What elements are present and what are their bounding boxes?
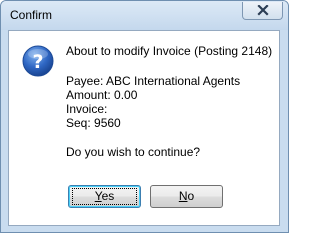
- message-amount: Amount: 0.00: [66, 88, 138, 102]
- close-button[interactable]: [242, 2, 283, 20]
- message-payee: Payee: ABC International Agents: [66, 74, 241, 88]
- no-button[interactable]: No: [150, 185, 223, 208]
- svg-text:?: ?: [32, 51, 43, 73]
- no-label-rest: o: [187, 189, 195, 203]
- confirm-dialog: Confirm ? About to modify Invoice (Posti…: [0, 0, 289, 233]
- message-invoice: Invoice:: [66, 102, 108, 116]
- title-bar[interactable]: Confirm: [1, 1, 288, 30]
- window-title: Confirm: [10, 8, 53, 22]
- message-seq: Seq: 9560: [66, 116, 121, 130]
- dialog-body: ? About to modify Invoice (Posting 2148)…: [8, 30, 280, 226]
- focus-indicator: [72, 188, 137, 205]
- message-question: Do you wish to continue?: [66, 145, 201, 159]
- question-icon: ?: [22, 45, 54, 77]
- close-icon: [257, 5, 269, 16]
- message-heading: About to modify Invoice (Posting 2148): [66, 44, 273, 58]
- yes-button[interactable]: Yes: [68, 185, 141, 208]
